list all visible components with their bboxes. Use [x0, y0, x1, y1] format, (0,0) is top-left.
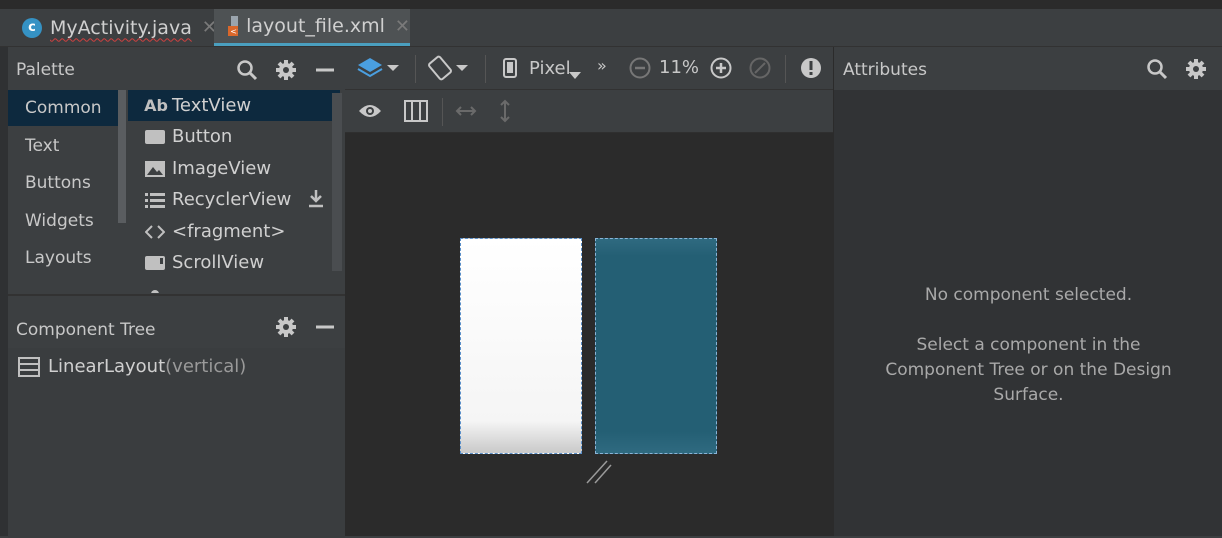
zoom-in-icon[interactable] — [710, 57, 732, 83]
toolbar-separator — [415, 55, 416, 83]
attributes-panel: Attributes No component selected. Select… — [833, 47, 1222, 536]
minimize-icon[interactable] — [314, 59, 336, 81]
palette-item-label: Button — [172, 126, 233, 147]
tab-label: MyActivity.java — [50, 16, 192, 39]
zoom-level: 11% — [659, 57, 700, 78]
palette-item-button[interactable]: Button — [128, 121, 340, 152]
search-icon[interactable] — [1146, 58, 1168, 80]
empty-state-line: Select a component in the — [916, 335, 1141, 355]
palette-panel: Palette Common Text Buttons Widgets Layo… — [8, 47, 345, 293]
window-top-strip — [0, 0, 1222, 9]
category-layouts[interactable]: Layouts — [8, 240, 118, 276]
download-icon[interactable] — [308, 190, 324, 213]
design-toolbar: Pixel » 11% — [345, 47, 833, 90]
minimize-icon[interactable] — [314, 316, 336, 338]
design-toolbar-secondary — [345, 90, 833, 133]
imageview-icon — [144, 160, 166, 177]
chevron-down-icon[interactable] — [569, 65, 581, 84]
design-preview-screen[interactable] — [460, 238, 582, 454]
palette-item-label: <fragment> — [172, 221, 286, 242]
palette-item-label: ScrollView — [172, 252, 265, 273]
fragment-icon — [144, 224, 166, 239]
horizontal-resize-icon[interactable] — [455, 103, 477, 123]
search-icon[interactable] — [236, 59, 258, 81]
component-tree-panel: Component Tree LinearLayout (vertical) — [8, 294, 345, 538]
switch-icon — [144, 287, 166, 293]
palette-item-partial — [128, 278, 340, 293]
palette-item-recyclerview[interactable]: RecyclerView — [128, 184, 340, 215]
tab-myactivity-java[interactable]: c MyActivity.java ✕ — [22, 9, 217, 46]
tab-label: layout_file.xml — [246, 15, 385, 37]
textview-icon: Ab — [144, 96, 168, 115]
palette-item-label: ImageView — [172, 158, 272, 179]
scrollview-icon — [144, 255, 166, 270]
device-icon[interactable] — [503, 58, 517, 82]
empty-state-title: No component selected. — [924, 285, 1133, 305]
svg-text:<>: <> — [230, 27, 238, 36]
gear-icon[interactable] — [1185, 58, 1207, 80]
items-scrollbar[interactable] — [332, 93, 342, 271]
device-selector[interactable]: Pixel — [529, 58, 571, 79]
category-widgets[interactable]: Widgets — [8, 203, 118, 239]
category-text[interactable]: Text — [8, 128, 118, 164]
palette-categories: Common Text Buttons Widgets Layouts — [8, 90, 126, 293]
toolbar-separator — [485, 55, 486, 83]
toolbar-separator — [785, 55, 786, 83]
palette-title: Palette — [16, 60, 75, 80]
vertical-resize-icon[interactable] — [497, 99, 513, 127]
eye-icon[interactable] — [358, 103, 382, 123]
close-icon[interactable]: ✕ — [395, 16, 410, 37]
tree-node-linearlayout[interactable]: LinearLayout (vertical) — [18, 356, 246, 377]
palette-item-label: TextView — [172, 95, 252, 116]
orientation-icon[interactable] — [428, 55, 470, 85]
tab-layout-file-xml[interactable]: <> layout_file.xml ✕ — [214, 9, 410, 46]
attributes-title: Attributes — [843, 60, 927, 80]
toolbar-separator — [442, 98, 443, 126]
xml-layout-icon: <> — [228, 16, 239, 36]
component-tree-title: Component Tree — [16, 320, 156, 340]
component-tree-body: LinearLayout (vertical) — [8, 348, 345, 538]
gear-icon[interactable] — [275, 59, 297, 81]
tree-node-detail: (vertical) — [165, 356, 247, 377]
categories-scrollbar[interactable] — [118, 90, 126, 223]
zoom-out-icon[interactable] — [629, 57, 651, 83]
empty-state-line: Component Tree or on the Design — [885, 360, 1172, 380]
left-tool-strip — [0, 47, 8, 536]
category-buttons[interactable]: Buttons — [8, 165, 118, 201]
palette-item-textview[interactable]: Ab TextView — [128, 90, 340, 121]
recyclerview-icon — [144, 192, 166, 208]
palette-item-label: RecyclerView — [172, 189, 292, 210]
blueprint-columns-icon[interactable] — [404, 100, 428, 126]
blueprint-preview-screen[interactable] — [595, 238, 717, 454]
palette-item-scrollview[interactable]: ScrollView — [128, 247, 340, 278]
warning-icon[interactable] — [800, 57, 822, 83]
design-surface-layers-icon[interactable] — [357, 56, 401, 84]
editor-tab-bar: c MyActivity.java ✕ <> layout_file.xml ✕ — [0, 9, 1222, 47]
component-tree-header: Component Tree — [8, 296, 345, 348]
attributes-header: Attributes — [834, 47, 1222, 90]
zoom-to-fit-icon[interactable] — [749, 57, 771, 83]
palette-items: Ab TextView Button ImageView RecyclerVie… — [128, 90, 340, 293]
java-class-icon: c — [22, 17, 42, 38]
toolbar-overflow[interactable]: » — [597, 56, 607, 75]
palette-item-imageview[interactable]: ImageView — [128, 153, 340, 184]
category-common[interactable]: Common — [8, 90, 118, 126]
gear-icon[interactable] — [275, 316, 297, 338]
tree-node-name: LinearLayout — [48, 356, 166, 377]
palette-item-fragment[interactable]: <fragment> — [128, 216, 340, 247]
empty-state-line: Surface. — [993, 385, 1064, 405]
resize-handle-icon[interactable] — [585, 457, 613, 489]
button-icon — [144, 129, 166, 144]
linearlayout-icon — [18, 356, 40, 377]
